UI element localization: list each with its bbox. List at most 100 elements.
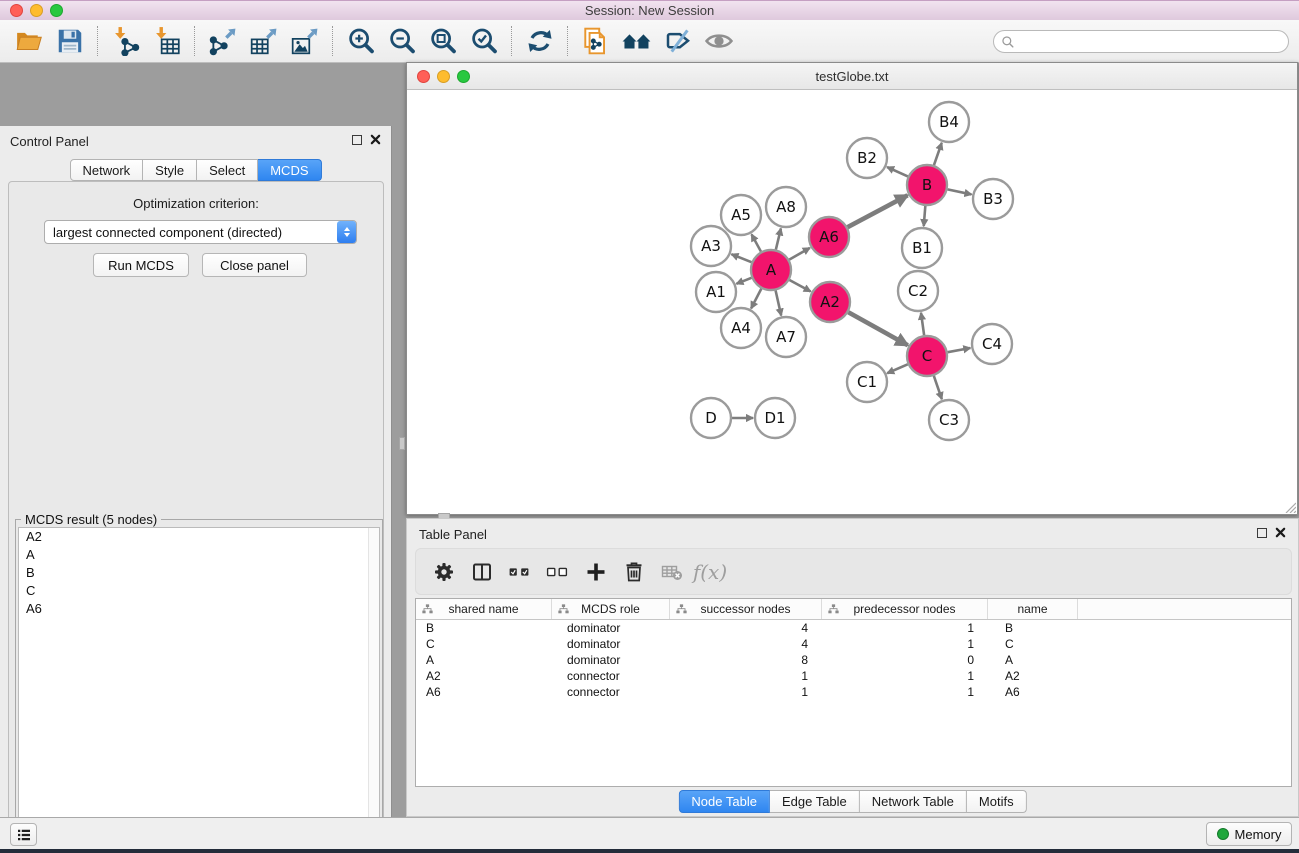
edge-A-A4[interactable] (751, 289, 761, 309)
graph-node-B2[interactable]: B2 (847, 138, 887, 178)
graph-node-A2[interactable]: A2 (810, 282, 850, 322)
cell-successor-nodes[interactable]: 4 (670, 621, 822, 635)
float-panel-icon[interactable] (352, 135, 362, 145)
float-table-panel-icon[interactable] (1257, 528, 1267, 538)
graph-node-C1[interactable]: C1 (847, 362, 887, 402)
cell-name[interactable]: A (988, 653, 1078, 667)
edge-B-B4[interactable] (934, 143, 942, 165)
cell-shared-name[interactable]: A (416, 653, 552, 667)
mcds-result-item[interactable]: A6 (19, 600, 379, 618)
unselect-all-columns-button[interactable] (540, 553, 576, 591)
reset-view-button[interactable] (616, 22, 657, 60)
graph-node-A3[interactable]: A3 (691, 226, 731, 266)
search-field[interactable] (993, 30, 1289, 53)
mcds-result-item[interactable]: A (19, 546, 379, 564)
edge-A-A5[interactable] (752, 234, 761, 251)
close-table-panel-icon[interactable] (1275, 527, 1286, 538)
import-network-button[interactable] (105, 22, 146, 60)
cell-shared-name[interactable]: C (416, 637, 552, 651)
cell-mcds-role[interactable]: connector (552, 669, 670, 683)
cell-mcds-role[interactable]: dominator (552, 621, 670, 635)
table-row[interactable]: Bdominator41B (416, 620, 1291, 636)
edge-A-A2[interactable] (789, 280, 810, 291)
tab-mcds[interactable]: MCDS (258, 159, 321, 181)
tab-network[interactable]: Network (69, 159, 143, 181)
close-panel-icon[interactable] (370, 134, 381, 145)
create-column-button[interactable] (578, 553, 614, 591)
edge-B-B1[interactable] (924, 206, 926, 226)
show-columns-button[interactable] (464, 553, 500, 591)
tab-select[interactable]: Select (197, 159, 258, 181)
edge-A-A7[interactable] (776, 290, 782, 315)
column-header-predecessor-nodes[interactable]: predecessor nodes (822, 599, 988, 619)
table-tab-motifs[interactable]: Motifs (967, 790, 1027, 813)
table-tab-network-table[interactable]: Network Table (860, 790, 967, 813)
resize-grip[interactable] (1282, 499, 1296, 513)
select-all-columns-button[interactable] (502, 553, 538, 591)
graph-node-C3[interactable]: C3 (929, 400, 969, 440)
table-mode-button[interactable] (426, 553, 462, 591)
graph-node-A7[interactable]: A7 (766, 317, 806, 357)
graph-node-B3[interactable]: B3 (973, 179, 1013, 219)
import-table-button[interactable] (146, 22, 187, 60)
mcds-result-item[interactable]: C (19, 582, 379, 600)
open-session-button[interactable] (8, 22, 49, 60)
column-header-mcds-role[interactable]: MCDS role (552, 599, 670, 619)
graph-node-A6[interactable]: A6 (809, 217, 849, 257)
cell-successor-nodes[interactable]: 1 (670, 685, 822, 699)
graph-node-D[interactable]: D (691, 398, 731, 438)
graph-node-C4[interactable]: C4 (972, 324, 1012, 364)
zoom-fit-button[interactable] (422, 22, 463, 60)
edge-C-C4[interactable] (948, 348, 971, 352)
edge-C-C3[interactable] (934, 376, 942, 399)
list-scrollbar[interactable] (368, 528, 379, 853)
apply-layout-button[interactable] (519, 22, 560, 60)
toggle-labels-button[interactable] (657, 22, 698, 60)
edge-C-C1[interactable] (887, 364, 908, 373)
task-history-button[interactable] (10, 823, 37, 846)
graph-node-C[interactable]: C (907, 336, 947, 376)
export-table-button[interactable] (243, 22, 284, 60)
cell-successor-nodes[interactable]: 8 (670, 653, 822, 667)
close-panel-button[interactable]: Close panel (202, 253, 307, 277)
graph-node-B4[interactable]: B4 (929, 102, 969, 142)
edge-A2-C[interactable] (848, 312, 907, 345)
graph-node-B[interactable]: B (907, 165, 947, 205)
edge-C-C2[interactable] (921, 313, 924, 335)
edge-A-A3[interactable] (731, 254, 751, 262)
column-header-name[interactable]: name (988, 599, 1078, 619)
column-header-successor-nodes[interactable]: successor nodes (670, 599, 822, 619)
function-builder-button[interactable]: f(x) (692, 553, 728, 591)
graph-node-A1[interactable]: A1 (696, 272, 736, 312)
edge-A6-B[interactable] (848, 195, 908, 227)
memory-button[interactable]: Memory (1206, 822, 1292, 846)
cell-mcds-role[interactable]: dominator (552, 637, 670, 651)
edge-B-B3[interactable] (948, 189, 972, 194)
vertical-scroll-handle[interactable] (399, 437, 405, 450)
save-session-button[interactable] (49, 22, 90, 60)
table-tab-edge-table[interactable]: Edge Table (770, 790, 860, 813)
export-network-button[interactable] (202, 22, 243, 60)
graph-node-C2[interactable]: C2 (898, 271, 938, 311)
zoom-out-button[interactable] (381, 22, 422, 60)
cell-successor-nodes[interactable]: 4 (670, 637, 822, 651)
mcds-result-item[interactable]: A2 (19, 528, 379, 546)
table-row[interactable]: Adominator80A (416, 652, 1291, 668)
cell-predecessor-nodes[interactable]: 1 (822, 637, 988, 651)
table-row[interactable]: Cdominator41C (416, 636, 1291, 652)
delete-table-button[interactable] (654, 553, 690, 591)
cell-mcds-role[interactable]: dominator (552, 653, 670, 667)
cell-shared-name[interactable]: A2 (416, 669, 552, 683)
export-image-button[interactable] (284, 22, 325, 60)
graph-node-A4[interactable]: A4 (721, 308, 761, 348)
graph-node-D1[interactable]: D1 (755, 398, 795, 438)
search-input[interactable] (1019, 33, 1288, 51)
criterion-select[interactable]: largest connected component (directed) (44, 220, 357, 244)
graph-node-A[interactable]: A (751, 250, 791, 290)
show-hide-panels-button[interactable] (698, 22, 739, 60)
zoom-in-button[interactable] (340, 22, 381, 60)
edge-A-A8[interactable] (776, 228, 781, 249)
table-row[interactable]: A2connector11A2 (416, 668, 1291, 684)
cell-name[interactable]: A2 (988, 669, 1078, 683)
network-canvas[interactable]: AA1A2A3A4A5A6A7A8BB1B2B3B4CC1C2C3C4DD1 (407, 90, 1297, 514)
